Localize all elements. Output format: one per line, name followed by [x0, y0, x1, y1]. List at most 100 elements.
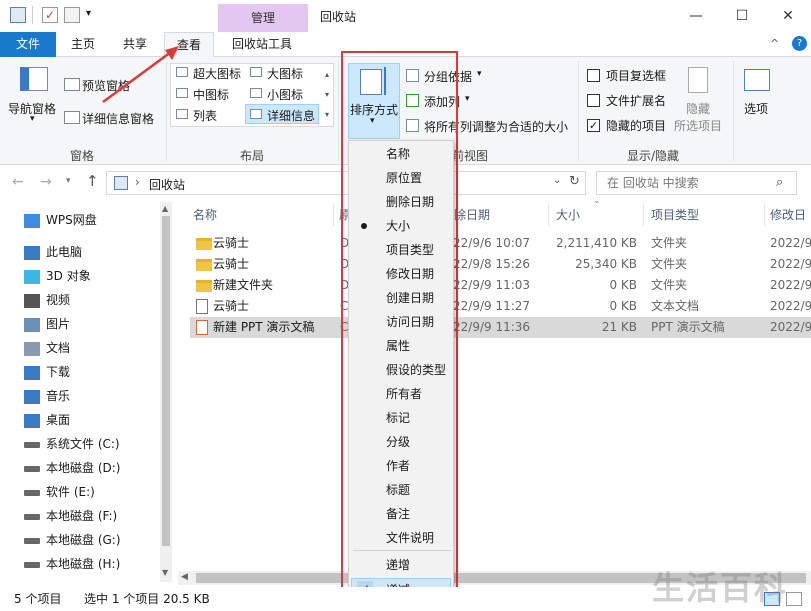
nav-item[interactable]: 桌面: [24, 409, 70, 431]
minimize-button[interactable]: —: [673, 0, 719, 32]
file-extensions-checkbox[interactable]: [587, 94, 600, 107]
sort-menu-item[interactable]: 标题: [386, 478, 410, 502]
file-row[interactable]: 云骑士C:22/9/9 11:27文本文档2022/9/0 KB: [190, 296, 811, 317]
layout-medium-icons[interactable]: 中图标: [193, 86, 229, 103]
sort-menu-item[interactable]: 项目类型: [386, 238, 434, 262]
nav-item[interactable]: 图片: [24, 313, 70, 335]
window-title: 回收站: [320, 10, 357, 24]
options-button[interactable]: 选项: [744, 100, 768, 117]
scrollbar-thumb[interactable]: [162, 216, 170, 546]
nav-item[interactable]: 文档: [24, 337, 70, 359]
layout-large-icons[interactable]: 大图标: [267, 65, 303, 82]
nav-item[interactable]: 3D 对象: [24, 265, 91, 287]
scroll-up-icon[interactable]: ▲: [162, 204, 168, 213]
layout-details[interactable]: 详细信息: [267, 107, 315, 124]
details-pane-button[interactable]: 详细信息窗格: [82, 110, 154, 127]
address-dropdown-icon[interactable]: ⌄: [553, 175, 561, 186]
column-divider[interactable]: [643, 204, 644, 226]
new-folder-icon[interactable]: [64, 7, 80, 23]
recent-locations-icon[interactable]: ▾: [66, 176, 71, 186]
hidden-items-checkbox[interactable]: ✓: [587, 119, 600, 132]
column-header-size[interactable]: 大小: [556, 206, 580, 223]
column-header-date-deleted[interactable]: 除日期: [454, 206, 490, 223]
chevron-down-icon[interactable]: ▾: [30, 114, 35, 124]
drive-icon: [24, 513, 40, 520]
nav-item[interactable]: 视频: [24, 289, 70, 311]
chevron-down-icon[interactable]: ▾: [477, 69, 482, 79]
refresh-icon[interactable]: ↻: [569, 174, 580, 189]
sort-menu-item[interactable]: 备注: [386, 502, 410, 526]
title-bar: ✓ ▾ 管理 回收站 — ☐ ✕: [0, 0, 811, 32]
collapse-ribbon-icon[interactable]: ^: [770, 37, 779, 50]
documents-icon: [24, 341, 40, 356]
small-icons-icon: [250, 88, 262, 98]
breadcrumb[interactable]: 回收站: [149, 176, 185, 193]
column-divider[interactable]: [764, 204, 765, 226]
close-button[interactable]: ✕: [765, 0, 811, 32]
file-row[interactable]: 云骑士D:22/9/6 10:07文件夹2022/9/2,211,410 KB: [190, 233, 811, 254]
chevron-down-icon[interactable]: ▾: [465, 94, 470, 104]
nav-item[interactable]: 本地磁盘 (F:): [24, 505, 117, 527]
sort-menu-item[interactable]: 创建日期: [386, 286, 434, 310]
hide-label: 隐藏: [686, 102, 711, 116]
item-checkboxes-checkbox[interactable]: [587, 69, 600, 82]
sort-menu-item[interactable]: 名称: [386, 142, 410, 166]
layout-extra-large-icons[interactable]: 超大图标: [193, 65, 241, 82]
column-header-name[interactable]: 名称: [193, 206, 217, 223]
up-button[interactable]: ↑: [86, 172, 99, 190]
column-divider[interactable]: [548, 204, 549, 226]
nav-item[interactable]: WPS网盘: [24, 209, 97, 231]
sort-menu-item[interactable]: 原位置: [386, 166, 422, 190]
scroll-down-icon[interactable]: ▼: [162, 568, 168, 577]
sort-menu-item[interactable]: 修改日期: [386, 262, 434, 286]
sort-menu-item[interactable]: 假设的类型: [386, 358, 446, 382]
tab-recycle-bin-tools[interactable]: 回收站工具: [222, 32, 302, 57]
layout-scroll-arrows[interactable]: ▴ ▾ ▾: [325, 65, 329, 125]
search-icon[interactable]: ⌕: [776, 175, 783, 190]
column-header-item-type[interactable]: 项目类型: [651, 206, 699, 223]
tab-file[interactable]: 文件: [0, 32, 56, 57]
scroll-left-icon[interactable]: ◀: [181, 572, 188, 582]
nav-item-label: 本地磁盘 (G:): [46, 533, 121, 547]
sort-menu-item[interactable]: 文件说明: [386, 526, 434, 550]
nav-item[interactable]: 下载: [24, 361, 70, 383]
nav-scrollbar[interactable]: ▲ ▼: [160, 202, 172, 582]
sort-menu-item[interactable]: 作者: [386, 454, 410, 478]
sort-menu-item[interactable]: 属性: [386, 334, 410, 358]
nav-item[interactable]: 本地磁盘 (H:): [24, 553, 120, 575]
properties-icon[interactable]: ✓: [42, 7, 58, 23]
file-size: 25,340 KB: [575, 257, 637, 271]
music-icon: [24, 389, 40, 404]
back-button[interactable]: ←: [12, 174, 24, 190]
sort-menu-item[interactable]: 访问日期: [386, 310, 434, 334]
nav-item[interactable]: 系统文件 (C:): [24, 433, 120, 455]
sort-menu-item[interactable]: 所有者: [386, 382, 422, 406]
nav-item[interactable]: 音乐: [24, 385, 70, 407]
tab-manage[interactable]: 管理: [218, 4, 308, 32]
layout-list[interactable]: 列表: [193, 107, 217, 124]
divider: [578, 61, 579, 161]
search-input[interactable]: 在 回收站 中搜索: [596, 171, 797, 195]
layout-small-icons[interactable]: 小图标: [267, 86, 303, 103]
nav-item[interactable]: 此电脑: [24, 241, 82, 263]
column-divider[interactable]: [333, 204, 334, 226]
file-row[interactable]: 云骑士D:22/9/8 15:26文件夹2022/9/25,340 KB: [190, 254, 811, 275]
sort-menu-item[interactable]: 标记: [386, 406, 410, 430]
sort-menu-item[interactable]: 大小: [386, 214, 410, 238]
options-icon: [744, 69, 770, 91]
sort-ascending-item[interactable]: 递增: [386, 553, 410, 577]
sort-menu-item[interactable]: 分级: [386, 430, 410, 454]
customize-toolbar-icon[interactable]: ▾: [86, 8, 91, 19]
maximize-button[interactable]: ☐: [719, 0, 765, 32]
forward-button[interactable]: →: [40, 174, 52, 190]
help-icon[interactable]: ?: [792, 36, 807, 51]
column-header-date-modified[interactable]: 修改日: [770, 206, 806, 223]
nav-item[interactable]: 本地磁盘 (D:): [24, 457, 120, 479]
file-row[interactable]: 新建 PPT 演示文稿C:22/9/9 11:36PPT 演示文稿2022/9/…: [190, 317, 811, 338]
sort-menu-item[interactable]: 删除日期: [386, 190, 434, 214]
nav-item[interactable]: 本地磁盘 (G:): [24, 529, 121, 551]
file-row[interactable]: 新建文件夹D:22/9/9 11:03文件夹2022/9/0 KB: [190, 275, 811, 296]
large-icons-view-icon[interactable]: [786, 592, 802, 606]
nav-item[interactable]: 软件 (E:): [24, 481, 95, 503]
text-file-icon: [196, 299, 208, 314]
